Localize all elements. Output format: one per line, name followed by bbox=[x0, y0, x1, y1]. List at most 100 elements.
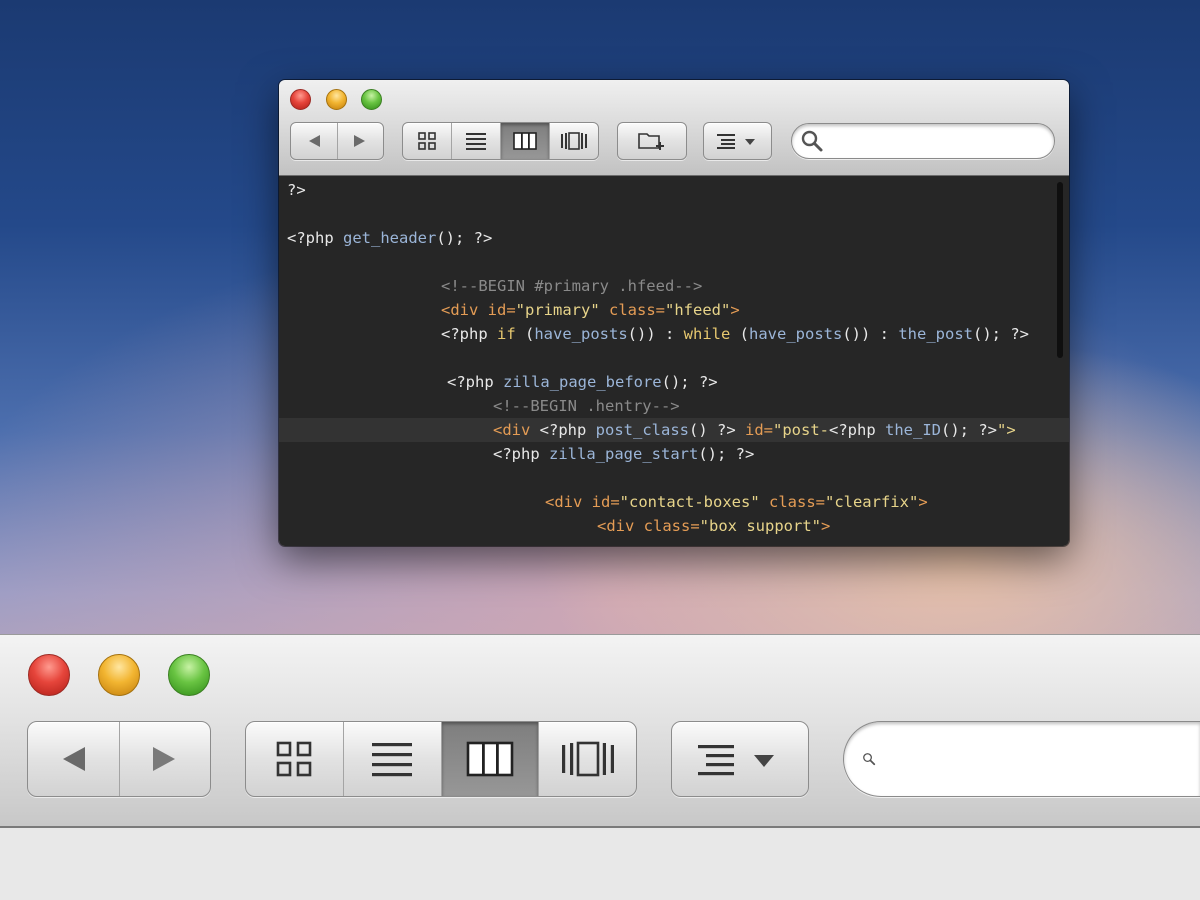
code-token: ()) : bbox=[842, 325, 899, 343]
search-input[interactable] bbox=[886, 744, 1200, 774]
code-token: id= bbox=[745, 421, 773, 439]
code-line-text: <div <?php post_class() ?> id="post-<?ph… bbox=[493, 418, 1016, 442]
back-forward-control bbox=[27, 721, 211, 797]
code-line[interactable] bbox=[279, 202, 1069, 226]
back-button[interactable] bbox=[28, 722, 119, 796]
arrange-menu-button[interactable] bbox=[704, 123, 771, 159]
code-token: id= bbox=[591, 493, 620, 511]
forward-button[interactable] bbox=[118, 722, 211, 796]
finder-window-large bbox=[0, 634, 1200, 900]
code-token: zilla_page_start bbox=[549, 445, 699, 463]
code-token: class= bbox=[643, 517, 700, 535]
arrange-menu-button[interactable] bbox=[672, 722, 808, 796]
view-switcher bbox=[402, 122, 599, 160]
code-token: <?php bbox=[539, 421, 596, 439]
code-line-text: <!--BEGIN #primary .hfeed--> bbox=[441, 274, 702, 298]
icon-view-icon bbox=[418, 132, 436, 150]
code-line[interactable]: <?php zilla_page_start(); ?> bbox=[279, 442, 1069, 466]
code-token: <!--BEGIN #primary .hfeed--> bbox=[441, 277, 703, 295]
code-line-text: ?> bbox=[287, 178, 306, 202]
code-line[interactable]: <?php zilla_page_before(); ?> bbox=[279, 370, 1069, 394]
code-line[interactable]: <div id="contact-boxes" class="clearfix"… bbox=[279, 490, 1069, 514]
column-view-button[interactable] bbox=[500, 123, 549, 159]
minimize-button[interactable] bbox=[326, 89, 347, 110]
cover-flow-view-button[interactable] bbox=[549, 123, 598, 159]
code-line-text: <?php zilla_page_start(); ?> bbox=[493, 442, 754, 466]
code-token: (); ?> bbox=[698, 445, 755, 463]
code-line[interactable] bbox=[279, 250, 1069, 274]
finder-window-small: ?> <?php get_header(); ?> <!--BEGIN #prima… bbox=[279, 80, 1069, 546]
vertical-scrollbar[interactable] bbox=[1057, 182, 1063, 358]
zoom-button[interactable] bbox=[168, 654, 210, 696]
triangle-right-icon bbox=[152, 747, 175, 771]
icon-view-button[interactable] bbox=[246, 722, 343, 796]
code-editor[interactable]: ?> <?php get_header(); ?> <!--BEGIN #prima… bbox=[279, 176, 1069, 546]
back-button[interactable] bbox=[291, 123, 337, 159]
code-token: ( bbox=[739, 325, 750, 343]
code-token: <?php bbox=[441, 325, 497, 343]
triangle-right-icon bbox=[354, 135, 366, 147]
forward-button[interactable] bbox=[336, 123, 384, 159]
zoom-button[interactable] bbox=[361, 89, 382, 110]
search-icon bbox=[801, 130, 823, 152]
code-token: class= bbox=[759, 493, 825, 511]
close-button[interactable] bbox=[290, 89, 311, 110]
search-input[interactable] bbox=[830, 132, 1054, 150]
code-token: the_ID bbox=[885, 421, 941, 439]
triangle-left-icon bbox=[308, 135, 320, 147]
code-line-text: <?php if (have_posts()) : while (have_po… bbox=[441, 322, 1029, 346]
search-field[interactable] bbox=[791, 123, 1055, 159]
code-token: have_posts bbox=[534, 325, 628, 343]
list-view-button[interactable] bbox=[451, 123, 500, 159]
code-token: ( bbox=[525, 325, 535, 343]
code-token: if bbox=[497, 325, 525, 343]
new-folder-button[interactable] bbox=[618, 123, 686, 159]
code-token: "box support" bbox=[699, 517, 821, 535]
code-line[interactable]: <div class="box support"> bbox=[279, 514, 1069, 538]
minimize-button[interactable] bbox=[98, 654, 140, 696]
code-token: <?php bbox=[447, 373, 503, 391]
arrange-control bbox=[703, 122, 772, 160]
code-token: "primary" bbox=[515, 301, 600, 319]
cover-flow-view-button[interactable] bbox=[538, 722, 636, 796]
new-folder-icon bbox=[638, 133, 664, 150]
code-token: "> bbox=[997, 421, 1016, 439]
code-line[interactable]: <!--BEGIN #primary .hfeed--> bbox=[279, 274, 1069, 298]
code-token: <!--BEGIN .hentry--> bbox=[493, 397, 680, 415]
code-token: <?php bbox=[829, 421, 885, 439]
search-field[interactable] bbox=[843, 721, 1200, 797]
triangle-left-icon bbox=[63, 747, 86, 771]
code-line[interactable]: <!--BEGIN .hentry--> bbox=[279, 394, 1069, 418]
code-token: post_class bbox=[595, 421, 689, 439]
code-line-text: <?php get_header(); ?> bbox=[287, 226, 492, 250]
code-line[interactable]: <div id="primary" class="hfeed"> bbox=[279, 298, 1069, 322]
code-line[interactable] bbox=[279, 346, 1069, 370]
code-line[interactable]: <?php if (have_posts()) : while (have_po… bbox=[279, 322, 1069, 346]
code-token: <?php bbox=[493, 445, 549, 463]
code-token: <div bbox=[545, 493, 592, 511]
code-token: () ?> bbox=[689, 421, 745, 439]
toolbar bbox=[279, 80, 1069, 176]
close-button[interactable] bbox=[28, 654, 70, 696]
content-area bbox=[0, 828, 1200, 900]
code-line[interactable]: <div <?php post_class() ?> id="post-<?ph… bbox=[279, 418, 1069, 442]
column-view-icon bbox=[466, 741, 514, 777]
code-line-text: <div id="contact-boxes" class="clearfix"… bbox=[545, 490, 928, 514]
column-view-button[interactable] bbox=[440, 722, 539, 796]
cover-flow-view-icon bbox=[561, 132, 587, 150]
code-line-text: <div class="box support"> bbox=[597, 514, 830, 538]
code-line[interactable] bbox=[279, 466, 1069, 490]
code-token: get_header bbox=[343, 229, 437, 247]
code-line[interactable]: ?> bbox=[279, 178, 1069, 202]
code-token: while bbox=[683, 325, 740, 343]
code-token: id= bbox=[487, 301, 516, 319]
code-line-text: <?php zilla_page_before(); ?> bbox=[447, 370, 718, 394]
code-line[interactable]: <?php get_header(); ?> bbox=[279, 226, 1069, 250]
icon-view-button[interactable] bbox=[403, 123, 451, 159]
toolbar bbox=[0, 634, 1200, 828]
code-token: the_post bbox=[898, 325, 973, 343]
cover-flow-view-icon bbox=[561, 741, 614, 777]
code-token: class= bbox=[599, 301, 665, 319]
list-view-button[interactable] bbox=[342, 722, 441, 796]
arrange-menu-icon bbox=[698, 745, 774, 776]
